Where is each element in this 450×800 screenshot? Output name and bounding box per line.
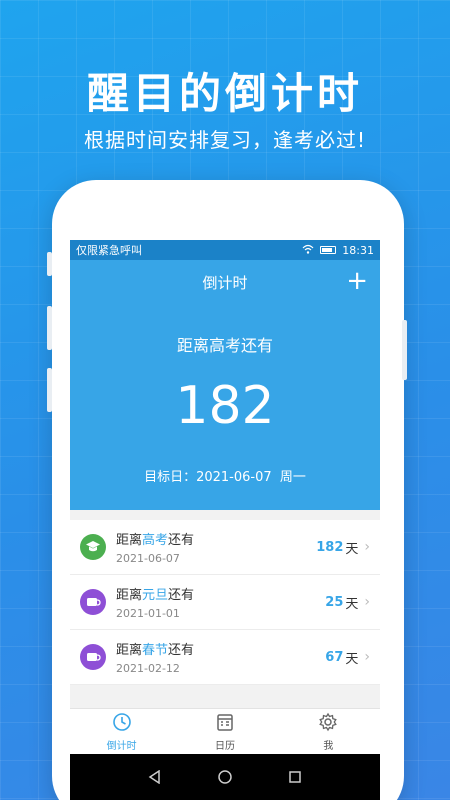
list-item-days-unit: 天 bbox=[345, 541, 359, 557]
hero-target-label: 目标日： bbox=[144, 470, 197, 485]
list-item-date: 2021-01-01 bbox=[116, 607, 180, 620]
list-item-days-value: 25 bbox=[325, 594, 344, 610]
list-item-main: 距离元旦还有 2021-01-01 bbox=[116, 584, 325, 620]
chevron-right-icon: › bbox=[364, 539, 370, 555]
status-bar: 仅限紧急呼叫 18:31 bbox=[70, 240, 380, 260]
list-item-prefix: 距离 bbox=[116, 533, 143, 548]
hero-title: 距离高考还有 bbox=[176, 336, 273, 355]
list-item-event: 元旦 bbox=[142, 588, 169, 603]
page-title: 倒计时 bbox=[202, 273, 248, 292]
chevron-right-icon: › bbox=[364, 649, 370, 665]
phone-screen: 仅限紧急呼叫 18:31 倒计时 + 距离高考还有 182 目标日：2021-0… bbox=[70, 240, 380, 800]
home-button[interactable] bbox=[217, 769, 233, 785]
list-item-title: 距离元旦还有 bbox=[116, 584, 325, 603]
list-item-suffix: 还有 bbox=[168, 533, 195, 548]
promo-subline: 根据时间安排复习，逢考必过! bbox=[83, 128, 367, 152]
recents-button[interactable] bbox=[288, 770, 302, 784]
tab-me[interactable]: 我 bbox=[277, 709, 380, 754]
phone-side-button bbox=[47, 252, 52, 276]
list-item-prefix: 距离 bbox=[116, 588, 143, 603]
list-item-title: 距离高考还有 bbox=[116, 529, 316, 548]
app-bar: 倒计时 + bbox=[70, 260, 380, 304]
status-left-text: 仅限紧急呼叫 bbox=[76, 244, 142, 257]
back-button[interactable] bbox=[148, 770, 162, 784]
calendar-icon bbox=[215, 712, 235, 737]
chevron-right-icon: › bbox=[364, 594, 370, 610]
system-nav-bar bbox=[70, 754, 380, 800]
add-countdown-button[interactable]: + bbox=[346, 266, 368, 296]
list-item-title: 距离春节还有 bbox=[116, 639, 325, 658]
list-item[interactable]: 距离元旦还有 2021-01-01 25 天 › bbox=[70, 575, 380, 630]
list-item-days: 67 天 › bbox=[325, 648, 370, 667]
graduation-cap-icon bbox=[80, 534, 106, 560]
hero-weekday: 周一 bbox=[279, 470, 306, 485]
status-time: 18:31 bbox=[342, 243, 374, 257]
hero-days: 182 bbox=[175, 376, 275, 436]
phone-side-button bbox=[402, 320, 407, 380]
battery-icon bbox=[320, 246, 337, 254]
list-item-event: 高考 bbox=[142, 533, 169, 548]
list-item[interactable]: 距离春节还有 2021-02-12 67 天 › bbox=[70, 630, 380, 685]
list-item-date: 2021-02-12 bbox=[116, 662, 180, 675]
bottom-tab-bar: 倒计时 日历 我 bbox=[70, 708, 380, 754]
list-item-main: 距离春节还有 2021-02-12 bbox=[116, 639, 325, 675]
list-item-days-value: 182 bbox=[316, 539, 344, 555]
cup-icon bbox=[80, 589, 106, 615]
list-item-days-value: 67 bbox=[325, 649, 344, 665]
list-item-event: 春节 bbox=[142, 643, 169, 658]
gear-icon bbox=[318, 712, 338, 737]
tab-label: 日历 bbox=[214, 740, 235, 752]
tab-label: 倒计时 bbox=[106, 740, 137, 752]
list-item-date: 2021-06-07 bbox=[116, 552, 180, 565]
list-item-days-unit: 天 bbox=[345, 596, 359, 612]
status-right: 18:31 bbox=[302, 244, 374, 257]
tab-calendar[interactable]: 日历 bbox=[173, 709, 276, 754]
tab-label: 我 bbox=[323, 740, 334, 752]
phone-side-button bbox=[47, 306, 52, 350]
list-item-days-unit: 天 bbox=[345, 651, 359, 667]
list-item[interactable]: 距离高考还有 2021-06-07 182 天 › bbox=[70, 520, 380, 575]
hero-countdown: 距离高考还有 182 目标日：2021-06-07 周一 bbox=[70, 304, 380, 510]
tab-countdown[interactable]: 倒计时 bbox=[70, 709, 173, 754]
cup-icon bbox=[80, 644, 106, 670]
hero-target: 目标日：2021-06-07 周一 bbox=[70, 466, 380, 485]
list-item-days: 25 天 › bbox=[325, 593, 370, 612]
list-item-prefix: 距离 bbox=[116, 643, 143, 658]
phone-side-button bbox=[47, 368, 52, 412]
list-item-main: 距离高考还有 2021-06-07 bbox=[116, 529, 316, 565]
countdown-list: 距离高考还有 2021-06-07 182 天 › 距离元旦还有 2021-01-0… bbox=[70, 520, 380, 685]
list-item-days: 182 天 › bbox=[316, 538, 370, 557]
promo-headline: 醒目的倒计时 bbox=[86, 69, 363, 118]
hero-target-date: 2021-06-07 bbox=[196, 470, 272, 485]
clock-icon bbox=[112, 712, 132, 737]
list-item-suffix: 还有 bbox=[168, 588, 195, 603]
wifi-icon bbox=[302, 244, 314, 257]
list-item-suffix: 还有 bbox=[168, 643, 195, 658]
